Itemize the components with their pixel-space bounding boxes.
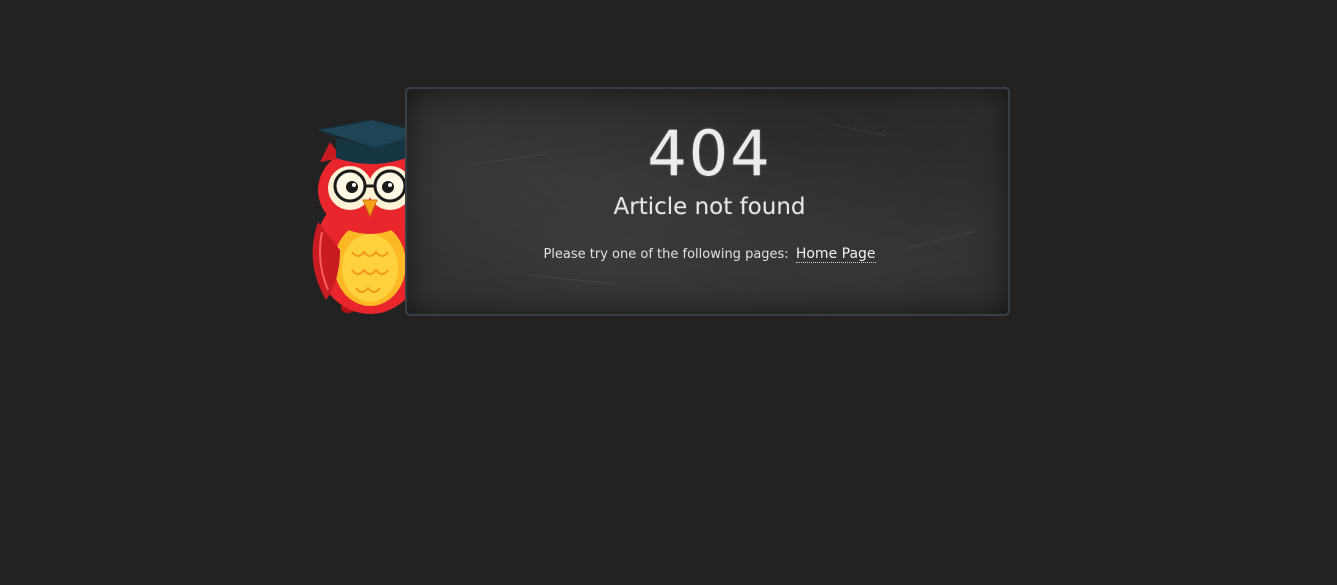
error-message: Article not found [613,194,806,220]
home-page-link[interactable]: Home Page [795,246,876,263]
chalk-scratch [527,274,617,285]
error-code: 404 [647,117,772,190]
error-page: 404 Article not found Please try one of … [0,0,1337,585]
hint-text: Please try one of the following pages: [543,247,789,262]
chalkboard-panel: 404 Article not found Please try one of … [405,87,1010,316]
error-hint: Please try one of the following pages: H… [407,245,1008,264]
